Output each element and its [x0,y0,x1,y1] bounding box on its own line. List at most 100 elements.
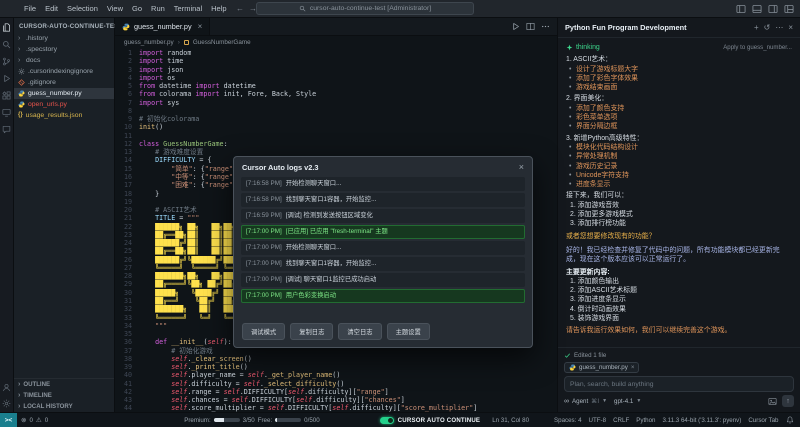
chat-bullet-link[interactable]: 模块化代码结构设计 [566,143,792,152]
modal-button[interactable]: 主题设置 [387,323,430,340]
more-icon[interactable]: ⋯ [775,24,783,32]
history-icon[interactable]: ↺ [764,24,771,32]
code-line[interactable]: 8 [115,107,557,115]
menu-help[interactable]: Help [207,2,230,15]
chat-bullet-link[interactable]: 游戏结束画面 [566,83,792,92]
menu-view[interactable]: View [103,2,127,15]
section-local-history[interactable]: ›LOCAL HISTORY [14,401,114,412]
section-timeline[interactable]: ›TIMELINE [14,390,114,401]
layout-panel-icon[interactable] [752,4,762,14]
account-icon[interactable] [2,383,11,392]
menu-run[interactable]: Run [147,2,169,15]
chat-bullet-link[interactable]: 进度条显示 [566,180,792,189]
modal-button[interactable]: 清空日志 [338,323,381,340]
customize-layout-icon[interactable] [784,4,794,14]
tab-close-icon[interactable]: × [198,22,203,31]
cursor-position[interactable]: Ln 31, Col 80 [488,417,533,424]
explorer-icon[interactable] [2,23,11,32]
context-chip[interactable]: guess_number.py × [564,362,639,373]
run-debug-icon[interactable] [2,74,11,83]
back-arrow-icon[interactable]: ← [236,4,244,13]
code-line[interactable]: 11 [115,132,557,140]
breadcrumb-symbol[interactable]: GuessNumberGame [193,39,251,46]
edited-files-note[interactable]: Edited 1 file [564,352,794,359]
dialog-close-icon[interactable]: × [519,162,524,172]
tree-item-guess-number-py[interactable]: guess_number.py [14,88,114,99]
menu-file[interactable]: File [20,2,40,15]
command-center-search[interactable]: cursor-auto-continue-test [Administrator… [256,2,474,15]
chat-icon[interactable] [2,125,11,134]
code-line[interactable]: 5from datetime import datetime [115,82,557,90]
extensions-icon[interactable] [2,91,11,100]
breadcrumb-file[interactable]: guess_number.py [124,39,174,46]
close-icon[interactable]: × [788,24,793,32]
code-line[interactable]: 38 self._clear_screen() [115,355,557,363]
tree-item-usage-results-json[interactable]: {}usage_results.json [14,110,114,121]
chat-bullet-link[interactable]: Unicode字符支持 [566,171,792,180]
tree-item--history[interactable]: ›.history [14,33,114,44]
code-line[interactable]: 3import json [115,66,557,74]
model-selector[interactable]: gpt-4.1 ▼ [614,398,641,405]
breadcrumb[interactable]: guess_number.py › GuessNumberGame [115,36,557,48]
code-line[interactable]: 42 self.range = self.DIFFICULTY[self.dif… [115,388,557,396]
search-icon[interactable] [2,40,11,49]
menu-terminal[interactable]: Terminal [170,2,206,15]
code-line[interactable]: 6from colorama import init, Fore, Back, … [115,90,557,98]
menu-edit[interactable]: Edit [41,2,62,15]
code-line[interactable]: 2import time [115,57,557,65]
chat-bullet-link[interactable]: 彩色菜单选项 [566,113,792,122]
chat-bullet-link[interactable]: 添加了颜色支持 [566,104,792,113]
menu-selection[interactable]: Selection [63,2,102,15]
modal-button[interactable]: 调试模式 [242,323,285,340]
chat-input[interactable]: Plan, search, build anything [564,376,794,392]
status-item[interactable]: CRLF [610,417,633,424]
agent-mode-selector[interactable]: ∞ Agent ⌘I ▼ [564,398,607,405]
apply-to-file-button[interactable]: Apply to guess_number... [723,43,792,52]
split-editor-icon[interactable] [526,22,535,31]
code-line[interactable]: 41 self.difficulty = self._select_diffic… [115,380,557,388]
tree-item--gitignore[interactable]: .gitignore [14,77,114,88]
code-line[interactable]: 39 self._print_title() [115,363,557,371]
code-line[interactable]: 7import sys [115,99,557,107]
tree-item-open-urls-py[interactable]: open_urls.py [14,99,114,110]
code-line[interactable]: 9# 初始化colorama [115,115,557,123]
status-item[interactable]: Spaces: 4 [551,417,586,424]
status-item[interactable]: Python [633,417,659,424]
run-icon[interactable] [511,22,520,31]
code-line[interactable]: 4import os [115,74,557,82]
remote-indicator[interactable]: >< [0,413,17,427]
problems-indicator[interactable]: ⊗0 ⚠0 [17,416,52,424]
layout-sidebar-icon[interactable] [736,4,746,14]
chat-bullet-link[interactable]: 界面分隔边框 [566,122,792,131]
section-outline[interactable]: ›OUTLINE [14,379,114,390]
tree-item--specstory[interactable]: ›.specstory [14,44,114,55]
new-chat-icon[interactable]: + [754,24,759,32]
menu-go[interactable]: Go [128,2,146,15]
chat-bullet-link[interactable]: 游戏历史记录 [566,162,792,171]
code-line[interactable]: 44 self.score_multiplier = self.DIFFICUL… [115,404,557,412]
tab-guess-number-py[interactable]: guess_number.py × [115,18,210,35]
status-item[interactable]: Cursor Tab [745,417,782,424]
image-icon[interactable] [768,397,777,406]
chat-bullet-link[interactable]: 设计了游戏标题大字 [566,65,792,74]
code-line[interactable]: 10init() [115,123,557,131]
more-actions-icon[interactable] [541,22,550,31]
send-button[interactable]: ↑ [782,395,794,407]
settings-gear-icon[interactable] [2,399,11,408]
remote-icon[interactable] [2,108,11,117]
code-line[interactable]: 40 self.player_name = self._get_player_n… [115,371,557,379]
status-item[interactable]: 3.11.3 64-bit ('3.11.3': pyenv) [659,417,745,424]
modal-button[interactable]: 复制日志 [290,323,333,340]
layout-sidebar-right-icon[interactable] [768,4,778,14]
code-line[interactable]: 12class GuessNumberGame: [115,140,557,148]
source-control-icon[interactable] [2,57,11,66]
code-line[interactable]: 43 self.chances = self.DIFFICULTY[self.d… [115,396,557,404]
code-line[interactable]: 1import random [115,49,557,57]
thinking-label[interactable]: thinking [566,43,600,52]
chat-bullet-link[interactable]: 异常处理机制 [566,152,792,161]
tree-item-docs[interactable]: ›docs [14,55,114,66]
usage-meter[interactable]: Premium: 3/50 Free: 0/500 [180,417,323,424]
bell-icon[interactable] [782,416,797,424]
chat-bullet-link[interactable]: 添加了彩色字体效果 [566,74,792,83]
cursor-auto-continue-toggle[interactable]: CURSOR AUTO CONTINUE [376,417,485,424]
